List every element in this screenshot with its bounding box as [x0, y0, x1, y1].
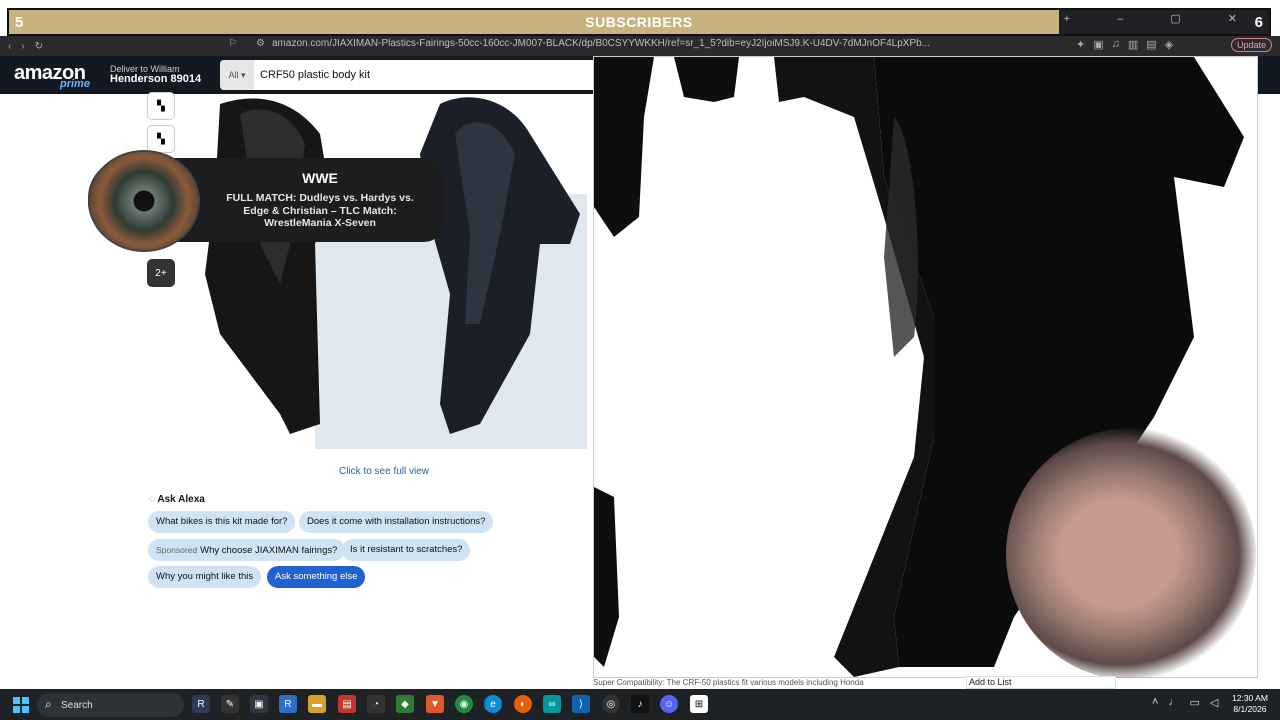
deliver-to[interactable]: Deliver to William Henderson 89014: [110, 64, 202, 85]
microphone-icon[interactable]: ♩: [1168, 696, 1179, 709]
thumbnail[interactable]: ▚: [147, 92, 175, 120]
browser-toolbar: ‹ › ↻ ⚐ ⚙ amazon.com/JIAXIMAN-Plastics-F…: [0, 36, 1280, 56]
shield-icon[interactable]: ◈: [1165, 38, 1173, 51]
arduino-icon[interactable]: ∞: [543, 695, 561, 713]
alexa-chip[interactable]: Is it resistant to scratches?: [342, 539, 471, 561]
deliver-line2: Henderson 89014: [110, 73, 202, 85]
ask-alexa-heading: ◌ Ask Alexa: [149, 494, 205, 505]
github-icon[interactable]: ◎: [602, 695, 620, 713]
alexa-icon: ◌: [149, 494, 155, 505]
taskbar-clock[interactable]: 12:30 AM 8/1/2026: [1232, 693, 1268, 715]
subscriber-overlay: 5 SUBSCRIBERS + – ▢ ✕ 6: [7, 8, 1271, 36]
full-view-link[interactable]: Click to see full view: [339, 466, 429, 477]
product-main-image[interactable]: [180, 94, 590, 449]
extensions-icon[interactable]: ✦: [1076, 38, 1085, 51]
chevron-up-icon[interactable]: ˄: [1152, 696, 1158, 709]
vscode-icon[interactable]: ⟩: [572, 695, 590, 713]
discord-icon[interactable]: ☺: [660, 695, 678, 713]
search-bar[interactable]: All ▾ CRF50 plastic body kit: [220, 60, 594, 90]
media-icon[interactable]: ♫: [1112, 38, 1120, 51]
search-category-select[interactable]: All ▾: [220, 60, 254, 90]
brave-icon[interactable]: ▼: [426, 695, 444, 713]
firefox-icon[interactable]: ◐: [514, 695, 532, 713]
windows-start-icon[interactable]: [13, 697, 29, 713]
forward-icon[interactable]: ›: [21, 41, 24, 52]
search-icon: ⌕: [45, 697, 52, 711]
sponsored-label: Sponsored: [156, 545, 198, 555]
clock-app-icon[interactable]: ◔: [367, 695, 385, 713]
wallet-icon[interactable]: ▤: [1146, 38, 1156, 51]
network-icon[interactable]: ▭: [1189, 696, 1199, 709]
more-thumbnails[interactable]: 2+: [147, 259, 175, 287]
back-icon[interactable]: ‹: [8, 41, 11, 52]
site-info-icon[interactable]: ⚙: [256, 38, 265, 49]
thumbnail-list: ▚ ▚: [147, 92, 175, 158]
alexa-chip[interactable]: Does it come with installation instructi…: [299, 511, 494, 533]
alexa-chip[interactable]: Why you might like this: [148, 566, 262, 588]
prime-logo: prime: [60, 78, 90, 90]
address-bar[interactable]: amazon.com/JIAXIMAN-Plastics-Fairings-50…: [272, 38, 930, 49]
reader-icon[interactable]: ▣: [1093, 38, 1103, 51]
thumbnail[interactable]: ▚: [147, 125, 175, 153]
reload-icon[interactable]: ↻: [35, 41, 43, 52]
wwe-brand: WWE: [302, 170, 338, 186]
shield-app-icon[interactable]: ◆: [396, 695, 414, 713]
bookmark-icon[interactable]: ⚐: [228, 38, 237, 49]
volume-icon[interactable]: ◁: [1210, 696, 1218, 709]
right-count: 6: [1254, 13, 1263, 31]
sidebar-icon[interactable]: ▥: [1128, 38, 1138, 51]
update-button[interactable]: Update: [1230, 38, 1272, 52]
system-tray: ˄ ♩ ▭ ◁: [1152, 696, 1218, 709]
search-input[interactable]: CRF50 plastic body kit: [260, 69, 370, 81]
edge-icon[interactable]: e: [484, 695, 502, 713]
wwe-video-title: FULL MATCH: Dudleys vs. Hardys vs. Edge …: [226, 192, 414, 229]
monitor-icon[interactable]: ▣: [250, 695, 268, 713]
taskbar-search[interactable]: ⌕ Search: [37, 693, 184, 717]
folder-icon[interactable]: ▬: [308, 695, 326, 713]
window-controls[interactable]: + – ▢ ✕: [1064, 12, 1259, 25]
tiktok-icon[interactable]: ♪: [631, 695, 649, 713]
alexa-chip[interactable]: Sponsored Why choose JIAXIMAN fairings?: [148, 539, 346, 561]
r-app-icon[interactable]: R: [192, 695, 210, 713]
webcam-overlay: [1006, 428, 1256, 680]
remote-icon[interactable]: R: [279, 695, 297, 713]
chrome-icon[interactable]: ◉: [455, 695, 473, 713]
tool-icon[interactable]: ✎: [221, 695, 239, 713]
album-art: [88, 150, 200, 252]
ask-something-else-button[interactable]: Ask something else: [267, 566, 366, 588]
capture-app-icon[interactable]: ⊞: [690, 695, 708, 713]
left-count: 5: [15, 13, 24, 31]
taskbar: ⌕ Search R ✎ ▣ R ▬ ▤ ◔ ◆ ▼ ◉ e ◐ ∞ ⟩ ◎ ♪…: [0, 689, 1280, 720]
alexa-chip[interactable]: What bikes is this kit made for?: [148, 511, 296, 533]
news-icon[interactable]: ▤: [338, 695, 356, 713]
add-to-list-button[interactable]: Add to List: [966, 676, 1116, 689]
